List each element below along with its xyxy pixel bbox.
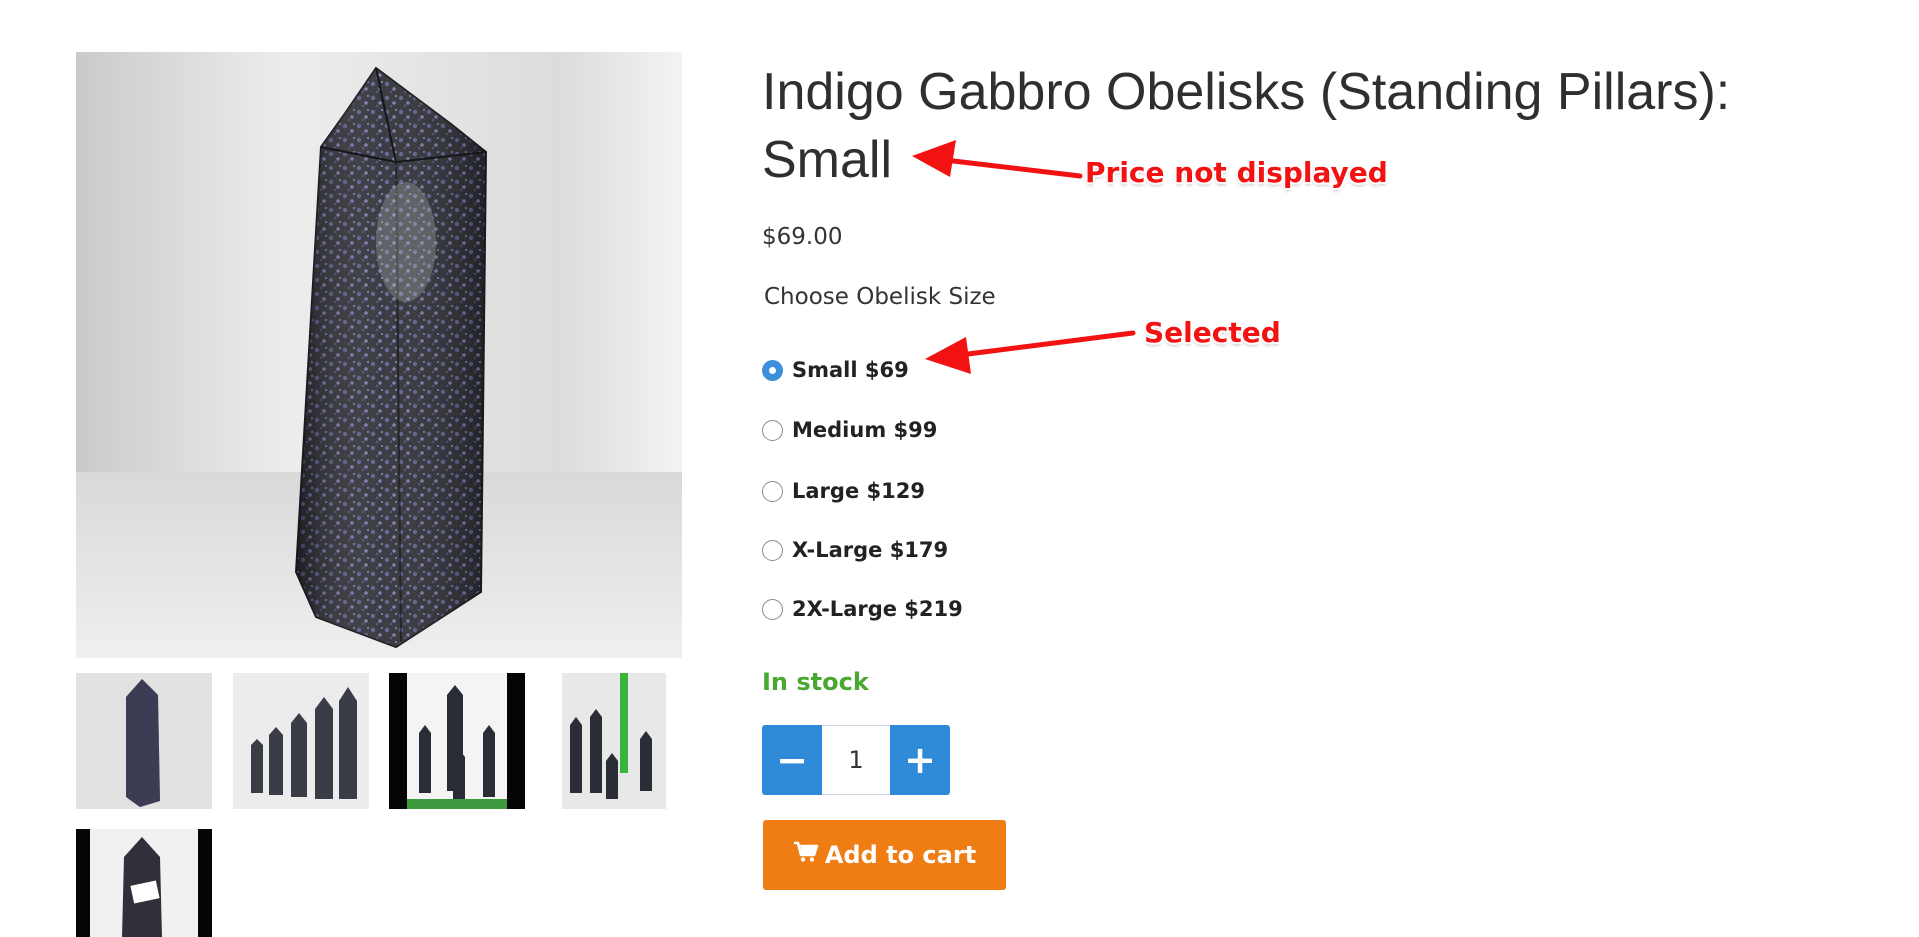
radio-unselected-icon[interactable] — [762, 598, 783, 620]
thumbnail-2[interactable] — [233, 673, 369, 809]
product-main-image[interactable] — [76, 52, 682, 658]
size-option-x-large[interactable]: X-Large $179 — [762, 535, 948, 565]
radio-unselected-icon[interactable] — [762, 480, 783, 502]
size-option-large[interactable]: Large $129 — [762, 476, 925, 506]
size-option-text: 2X-Large $219 — [792, 597, 963, 621]
size-option-text: Large $129 — [792, 479, 925, 503]
quantity-stepper: − + — [762, 725, 950, 795]
quantity-input[interactable] — [822, 725, 890, 795]
add-to-cart-button[interactable]: Add to cart — [763, 820, 1006, 890]
size-option-label: Choose Obelisk Size — [764, 284, 996, 310]
size-option-small[interactable]: Small $69 — [762, 355, 909, 385]
size-option-2x-large[interactable]: 2X-Large $219 — [762, 594, 963, 624]
annotation-price-not-displayed: Price not displayed — [1085, 156, 1388, 189]
size-option-text: Small $69 — [792, 358, 909, 382]
size-option-medium[interactable]: Medium $99 — [762, 415, 937, 445]
annotation-selected: Selected — [1144, 316, 1281, 349]
shopping-cart-icon — [793, 841, 819, 869]
radio-unselected-icon[interactable] — [762, 419, 783, 441]
quantity-increase-button[interactable]: + — [890, 725, 950, 795]
stock-status: In stock — [762, 668, 869, 696]
size-option-text: X-Large $179 — [792, 538, 949, 562]
arrow-selected-annotation — [925, 330, 1136, 374]
size-option-text: Medium $99 — [792, 418, 938, 442]
thumbnail-1[interactable] — [76, 673, 212, 809]
quantity-decrease-button[interactable]: − — [762, 725, 822, 795]
radio-selected-icon[interactable] — [762, 359, 783, 381]
thumbnail-4[interactable] — [546, 673, 682, 809]
product-price: $69.00 — [762, 224, 843, 250]
radio-unselected-icon[interactable] — [762, 539, 783, 561]
thumbnail-3[interactable] — [389, 673, 525, 809]
add-to-cart-label: Add to cart — [824, 841, 977, 869]
thumbnail-5[interactable] — [76, 829, 212, 937]
